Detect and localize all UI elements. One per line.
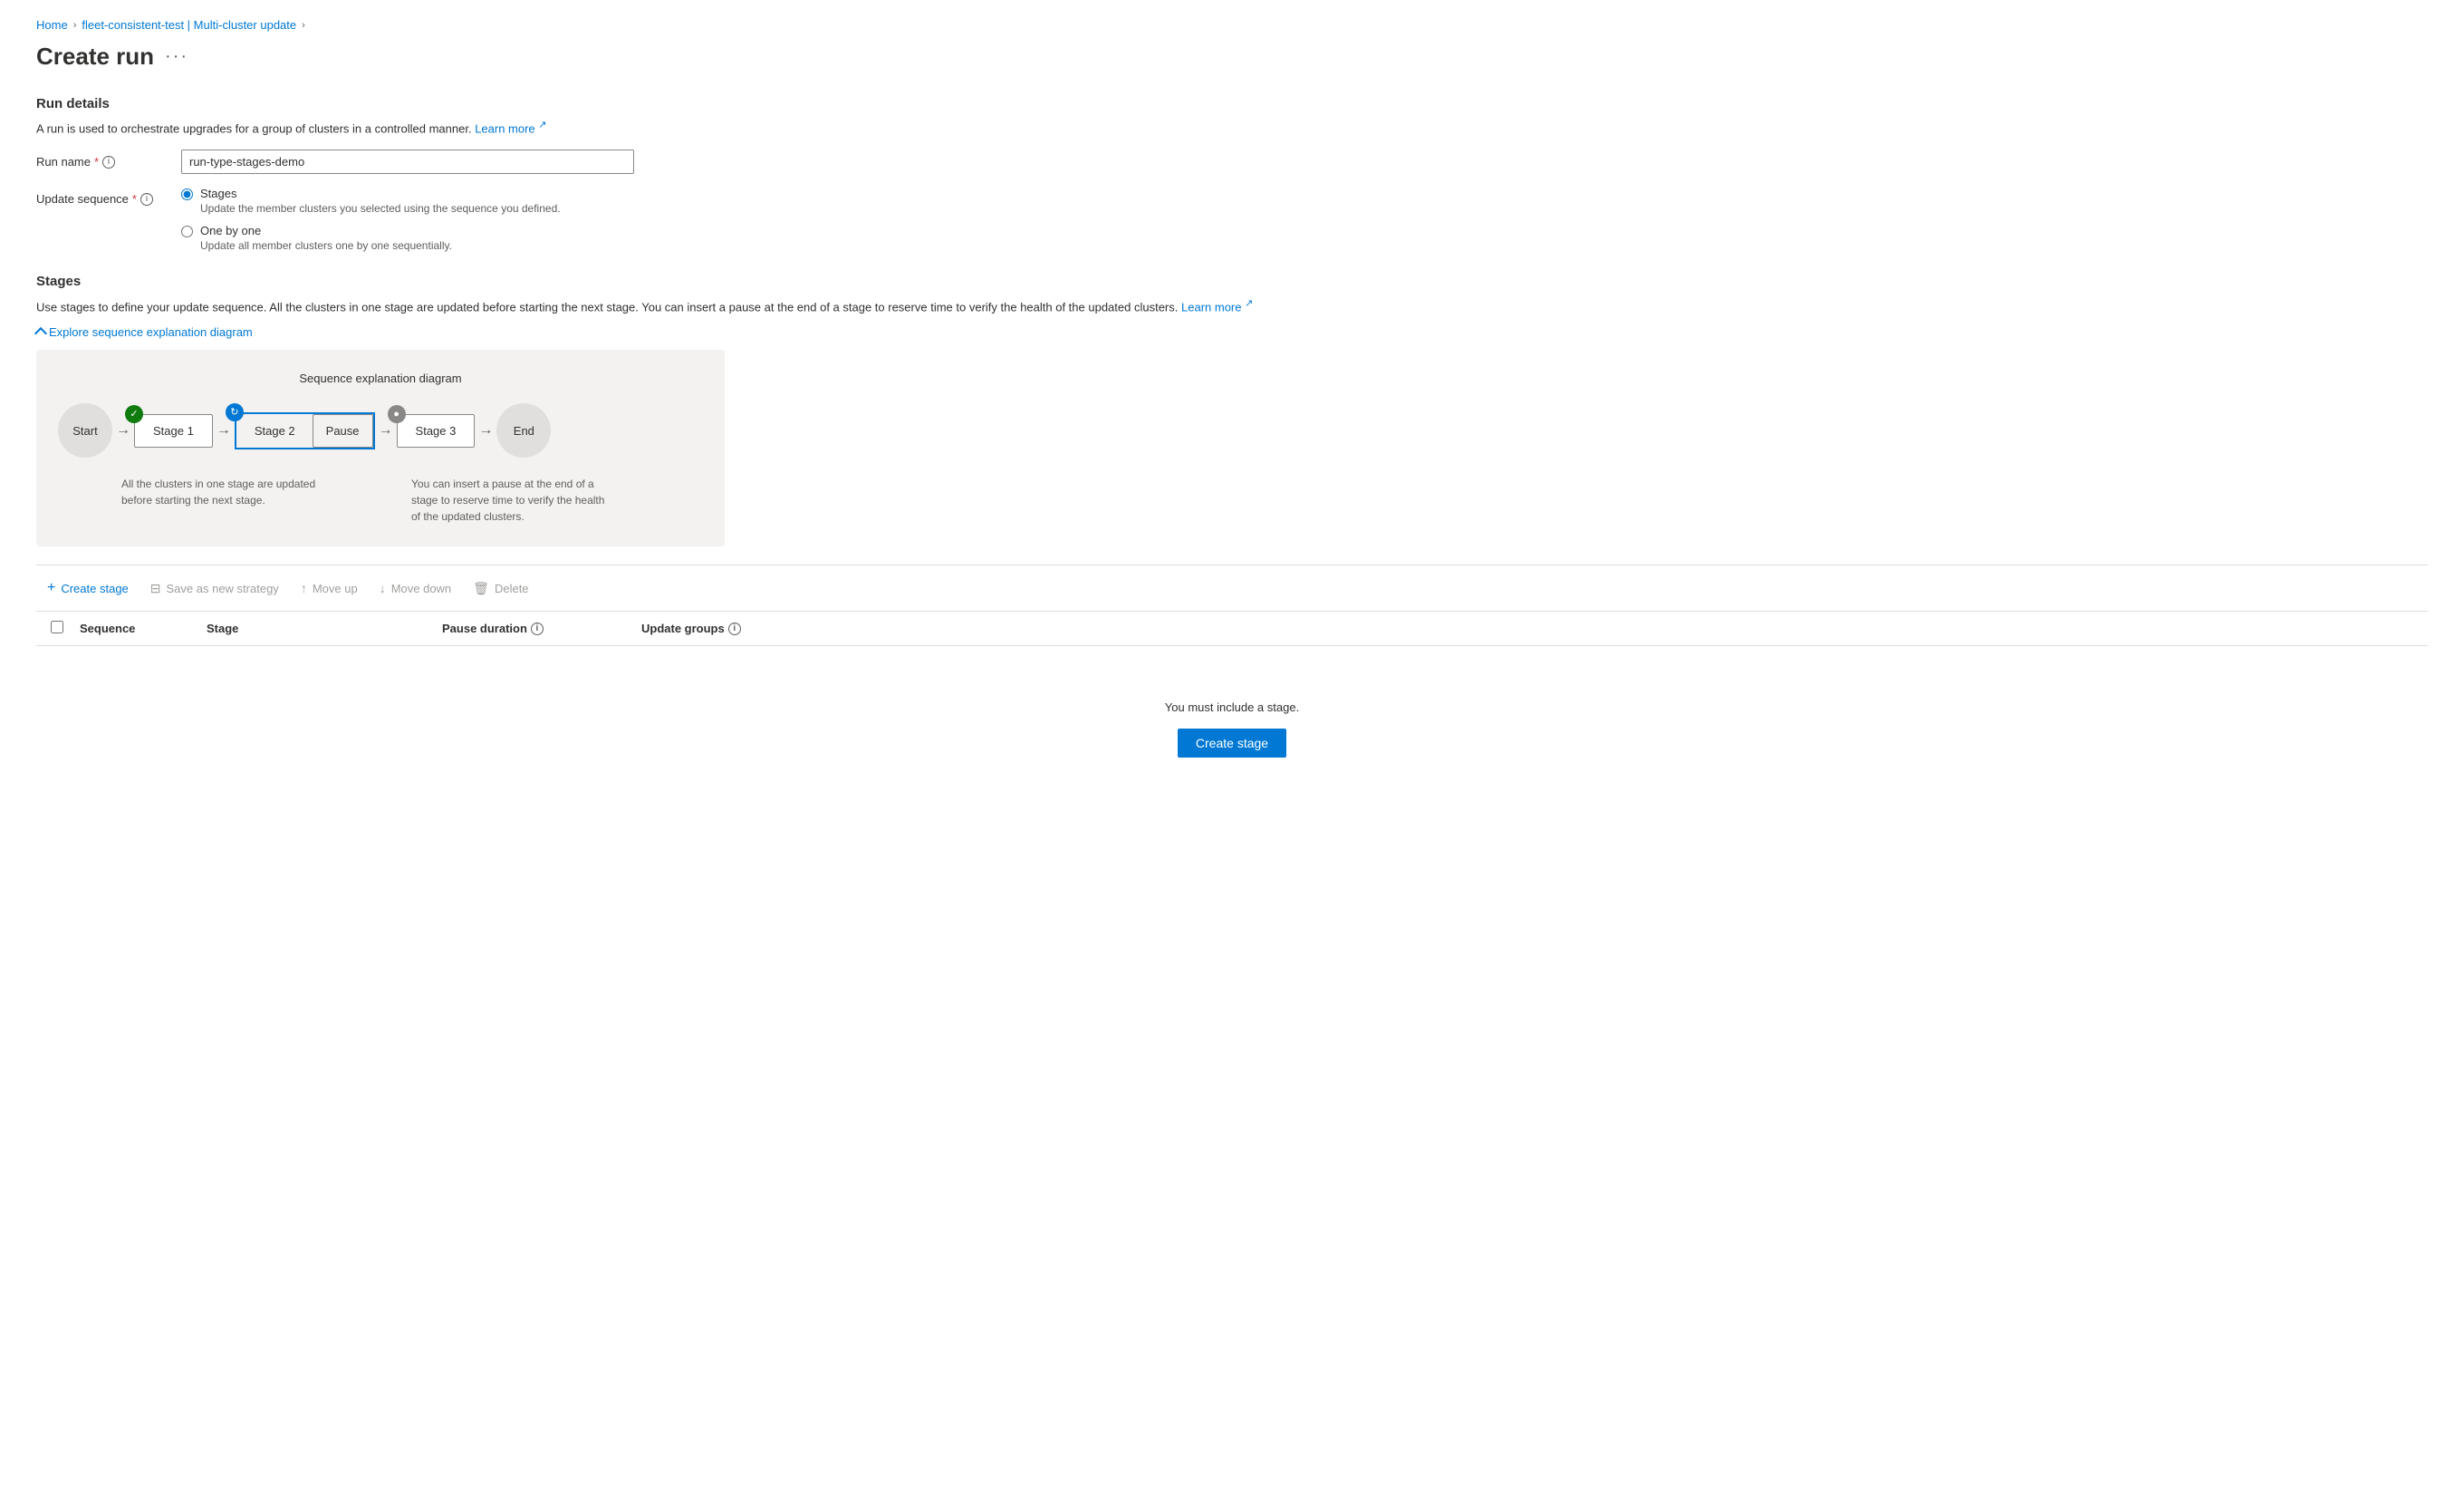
delete-button[interactable]: 🗑 Delete: [462, 575, 539, 602]
update-sequence-required: *: [132, 192, 137, 206]
empty-state-message: You must include a stage.: [54, 700, 2410, 714]
stage3-group: ● Stage 3: [397, 414, 476, 448]
groups-info-icon[interactable]: i: [728, 623, 741, 635]
pause-info-icon[interactable]: i: [531, 623, 544, 635]
th-sequence: Sequence: [80, 622, 207, 635]
stages-option[interactable]: Stages Update the member clusters you se…: [181, 187, 634, 215]
update-sequence-label: Update sequence * i: [36, 187, 181, 206]
diagram-start-node: Start: [58, 403, 112, 458]
diagram-note1: All the clusters in one stage are update…: [121, 476, 321, 525]
stages-external-link-icon: [1245, 301, 1253, 314]
run-name-control: [181, 150, 634, 174]
run-name-info-icon[interactable]: i: [102, 156, 115, 169]
arrow3: →: [375, 422, 397, 439]
empty-create-stage-button[interactable]: Create stage: [1178, 729, 1286, 758]
create-stage-plus-icon: [47, 580, 55, 596]
explore-link[interactable]: Explore sequence explanation diagram: [36, 325, 253, 339]
stages-radio[interactable]: [181, 188, 193, 200]
diagram-note2: You can insert a pause at the end of a s…: [411, 476, 611, 525]
update-sequence-options: Stages Update the member clusters you se…: [181, 187, 634, 252]
stage2-refresh-icon: ↻: [226, 403, 244, 421]
empty-state: You must include a stage. Create stage: [36, 646, 2428, 812]
stage1-check-icon: ✓: [125, 405, 143, 423]
stage1-box: Stage 1: [134, 414, 213, 448]
diagram-flow: Start → ✓ Stage 1 → ↻ Stage 2 Pause → ● …: [58, 403, 703, 458]
one-by-one-desc: Update all member clusters one by one se…: [200, 239, 452, 252]
one-by-one-option[interactable]: One by one Update all member clusters on…: [181, 224, 634, 252]
arrow4: →: [475, 422, 496, 439]
delete-icon: 🗑: [473, 581, 489, 596]
chevron-up-icon: [34, 327, 47, 340]
stage3-gray-icon: ●: [388, 405, 406, 423]
run-details-desc: A run is used to orchestrate upgrades fo…: [36, 119, 2428, 135]
update-sequence-info-icon[interactable]: i: [140, 193, 153, 206]
stage2-pause-group: Stage 2 Pause: [235, 412, 375, 449]
move-down-icon: [380, 581, 386, 595]
run-name-row: Run name * i: [36, 150, 2428, 174]
radio-group: Stages Update the member clusters you se…: [181, 187, 634, 252]
page-title: Create run: [36, 43, 154, 71]
update-sequence-row: Update sequence * i Stages Update the me…: [36, 187, 2428, 252]
stages-section: Stages Use stages to define your update …: [36, 274, 2428, 812]
sequence-diagram: Sequence explanation diagram Start → ✓ S…: [36, 350, 725, 546]
th-pause: Pause duration i: [442, 622, 641, 635]
table-header: Sequence Stage Pause duration i Update g…: [36, 612, 2428, 646]
arrow2: →: [213, 422, 235, 439]
th-groups: Update groups i: [641, 622, 741, 635]
breadcrumb-sep2: ›: [302, 20, 305, 31]
breadcrumb-home[interactable]: Home: [36, 18, 68, 32]
run-details-learn-more[interactable]: Learn more: [475, 121, 546, 135]
stages-option-content: Stages Update the member clusters you se…: [200, 187, 561, 215]
one-by-one-label: One by one: [200, 224, 452, 237]
external-link-icon: [538, 121, 546, 135]
breadcrumb-sep1: ›: [73, 20, 77, 31]
save-as-new-strategy-button[interactable]: ⊟ Save as new strategy: [140, 575, 290, 602]
select-all-checkbox[interactable]: [51, 621, 63, 633]
th-checkbox-col: [51, 621, 80, 636]
stage1-group: ✓ Stage 1: [134, 414, 213, 448]
diagram-notes: All the clusters in one stage are update…: [58, 476, 703, 525]
arrow1: →: [112, 422, 134, 439]
pause-box: Pause: [313, 414, 373, 448]
diagram-title: Sequence explanation diagram: [58, 372, 703, 385]
run-details-title: Run details: [36, 96, 2428, 111]
run-details-section: Run details A run is used to orchestrate…: [36, 96, 2428, 252]
run-name-label: Run name * i: [36, 150, 181, 169]
breadcrumb: Home › fleet-consistent-test | Multi-clu…: [36, 18, 2428, 32]
stages-label: Stages: [200, 187, 561, 200]
move-up-icon: [301, 581, 307, 595]
create-stage-button[interactable]: Create stage: [36, 575, 140, 602]
stages-toolbar: Create stage ⊟ Save as new strategy Move…: [36, 565, 2428, 612]
run-name-input[interactable]: [181, 150, 634, 174]
one-by-one-option-content: One by one Update all member clusters on…: [200, 224, 452, 252]
stage2-box: Stage 2: [236, 415, 313, 447]
stage3-box: Stage 3: [397, 414, 476, 448]
th-stage: Stage: [207, 622, 442, 635]
stage2-group: ↻ Stage 2 Pause: [235, 412, 375, 449]
stages-learn-more[interactable]: Learn more: [1181, 301, 1253, 314]
stages-desc: Update the member clusters you selected …: [200, 202, 561, 215]
diagram-end-node: End: [496, 403, 551, 458]
more-options-icon[interactable]: ···: [165, 46, 188, 67]
one-by-one-radio[interactable]: [181, 226, 193, 237]
stages-title: Stages: [36, 274, 2428, 289]
move-up-button[interactable]: Move up: [290, 575, 369, 601]
page-header: Create run ···: [36, 43, 2428, 71]
save-icon: ⊟: [150, 581, 161, 596]
stages-description: Use stages to define your update sequenc…: [36, 296, 2428, 316]
run-name-required: *: [94, 155, 99, 169]
breadcrumb-fleet[interactable]: fleet-consistent-test | Multi-cluster up…: [82, 18, 296, 32]
move-down-button[interactable]: Move down: [369, 575, 462, 601]
